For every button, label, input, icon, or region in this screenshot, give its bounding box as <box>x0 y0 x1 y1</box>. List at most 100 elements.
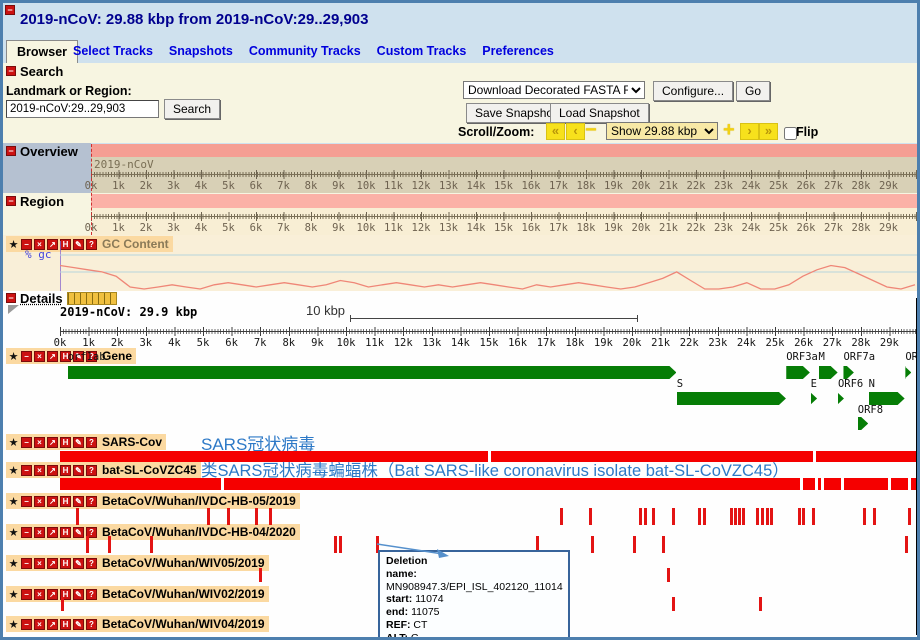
collapse-track-icon[interactable]: − <box>21 527 32 538</box>
variant-tick[interactable] <box>644 508 647 525</box>
alignment-match-bar[interactable] <box>60 478 916 490</box>
scroll-far-right-button[interactable]: » <box>759 123 778 140</box>
variant-tick[interactable] <box>259 568 262 582</box>
variant-tick[interactable] <box>591 536 594 553</box>
search-button[interactable]: Search <box>164 99 220 119</box>
close-track-icon[interactable]: × <box>34 496 45 507</box>
zoom-out-button[interactable]: − <box>585 123 597 137</box>
favorite-star-icon[interactable]: ★ <box>8 437 19 448</box>
scroll-right-button[interactable]: › <box>740 123 759 140</box>
close-track-icon[interactable]: × <box>34 558 45 569</box>
close-track-icon[interactable]: × <box>34 619 45 630</box>
close-track-icon[interactable]: × <box>34 589 45 600</box>
variant-tick[interactable] <box>560 508 563 525</box>
variant-tick[interactable] <box>652 508 655 525</box>
track-header-bat-sl-covzc45[interactable]: ★−×↗H✎? bat-SL-CoVZC45 <box>6 462 201 478</box>
variant-tick[interactable] <box>86 536 89 553</box>
highlight-track-icon[interactable]: H <box>60 527 71 538</box>
gene-glyph-s[interactable] <box>677 392 786 405</box>
track-header-sars-cov[interactable]: ★−×↗H✎? SARS-Cov <box>6 434 166 450</box>
close-track-icon[interactable]: × <box>34 351 45 362</box>
favorite-star-icon[interactable]: ★ <box>8 527 19 538</box>
configure-track-icon[interactable]: ✎ <box>73 496 84 507</box>
variant-tick[interactable] <box>734 508 737 525</box>
scroll-far-left-button[interactable]: « <box>546 123 565 140</box>
variant-tick[interactable] <box>873 508 876 525</box>
highlight-track-icon[interactable]: H <box>60 619 71 630</box>
help-track-icon[interactable]: ? <box>86 496 97 507</box>
variant-tick[interactable] <box>908 508 911 525</box>
variant-tick[interactable] <box>742 508 745 525</box>
variant-tick[interactable] <box>761 508 764 525</box>
help-track-icon[interactable]: ? <box>86 558 97 569</box>
variant-tick[interactable] <box>207 508 210 525</box>
help-track-icon[interactable]: ? <box>86 465 97 476</box>
show-span-select[interactable]: Show 29.88 kbp <box>606 122 718 140</box>
share-track-icon[interactable]: ↗ <box>47 496 58 507</box>
variant-tick[interactable] <box>150 536 153 553</box>
collapse-page-icon[interactable]: − <box>5 5 15 15</box>
overview-selection-bar[interactable] <box>91 144 920 157</box>
variant-tick[interactable] <box>759 597 762 611</box>
highlight-track-icon[interactable]: H <box>60 465 71 476</box>
variant-tick[interactable] <box>589 508 592 525</box>
variant-tick[interactable] <box>76 508 79 525</box>
variant-tick[interactable] <box>812 508 815 525</box>
collapse-track-icon[interactable]: − <box>21 619 32 630</box>
favorite-star-icon[interactable]: ★ <box>8 351 19 362</box>
configure-track-icon[interactable]: ✎ <box>73 527 84 538</box>
gene-glyph-orf1ab[interactable] <box>68 366 677 379</box>
region-selection-bar[interactable] <box>91 194 920 208</box>
share-track-icon[interactable]: ↗ <box>47 527 58 538</box>
collapse-overview-icon[interactable]: − <box>6 146 16 156</box>
close-track-icon[interactable]: × <box>34 437 45 448</box>
variant-tick[interactable] <box>667 568 670 582</box>
track-header-wiv05[interactable]: ★−×↗H✎? BetaCoV/Wuhan/WIV05/2019 <box>6 555 269 571</box>
variant-tick[interactable] <box>108 536 111 553</box>
highlight-track-icon[interactable]: H <box>60 437 71 448</box>
variant-tick[interactable] <box>738 508 741 525</box>
collapse-search-icon[interactable]: − <box>6 66 16 76</box>
variant-tick[interactable] <box>770 508 773 525</box>
variant-tick[interactable] <box>639 508 642 525</box>
variant-tick[interactable] <box>698 508 701 525</box>
favorite-star-icon[interactable]: ★ <box>8 589 19 600</box>
variant-tick[interactable] <box>863 508 866 525</box>
configure-track-icon[interactable]: ✎ <box>73 619 84 630</box>
collapse-track-icon[interactable]: − <box>21 558 32 569</box>
track-header-wiv02[interactable]: ★−×↗H✎? BetaCoV/Wuhan/WIV02/2019 <box>6 586 269 602</box>
collapse-region-icon[interactable]: − <box>6 196 16 206</box>
load-snapshot-button[interactable]: Load Snapshot <box>550 103 649 123</box>
variant-tick[interactable] <box>662 536 665 553</box>
highlight-track-icon[interactable]: H <box>60 496 71 507</box>
variant-tick[interactable] <box>703 508 706 525</box>
variant-tick[interactable] <box>334 536 337 553</box>
variant-tick[interactable] <box>255 508 258 525</box>
ruler-tool-button[interactable] <box>67 292 117 305</box>
configure-track-icon[interactable]: ✎ <box>73 558 84 569</box>
share-track-icon[interactable]: ↗ <box>47 558 58 569</box>
tab-select-tracks[interactable]: Select Tracks <box>73 44 153 58</box>
tab-browser[interactable]: Browser <box>6 40 78 63</box>
download-select[interactable]: Download Decorated FASTA File <box>463 81 645 99</box>
close-track-icon[interactable]: × <box>34 527 45 538</box>
favorite-star-icon[interactable]: ★ <box>8 239 19 250</box>
landmark-input[interactable] <box>6 100 159 118</box>
zoom-in-button[interactable]: + <box>723 123 735 137</box>
configure-track-icon[interactable]: ✎ <box>73 465 84 476</box>
variant-tick[interactable] <box>339 536 342 553</box>
share-track-icon[interactable]: ↗ <box>47 619 58 630</box>
configure-track-icon[interactable]: ✎ <box>73 589 84 600</box>
configure-track-icon[interactable]: ✎ <box>73 437 84 448</box>
favorite-star-icon[interactable]: ★ <box>8 465 19 476</box>
close-track-icon[interactable]: × <box>34 465 45 476</box>
variant-tick[interactable] <box>798 508 801 525</box>
collapse-track-icon[interactable]: − <box>21 496 32 507</box>
collapse-track-icon[interactable]: − <box>21 437 32 448</box>
variant-tick[interactable] <box>269 508 272 525</box>
variant-tick[interactable] <box>227 508 230 525</box>
collapse-details-icon[interactable]: − <box>6 293 16 303</box>
variant-tick[interactable] <box>672 508 675 525</box>
tab-snapshots[interactable]: Snapshots <box>169 44 233 58</box>
track-header-ivdc-hb-05[interactable]: ★−×↗H✎? BetaCoV/Wuhan/IVDC-HB-05/2019 <box>6 493 300 509</box>
